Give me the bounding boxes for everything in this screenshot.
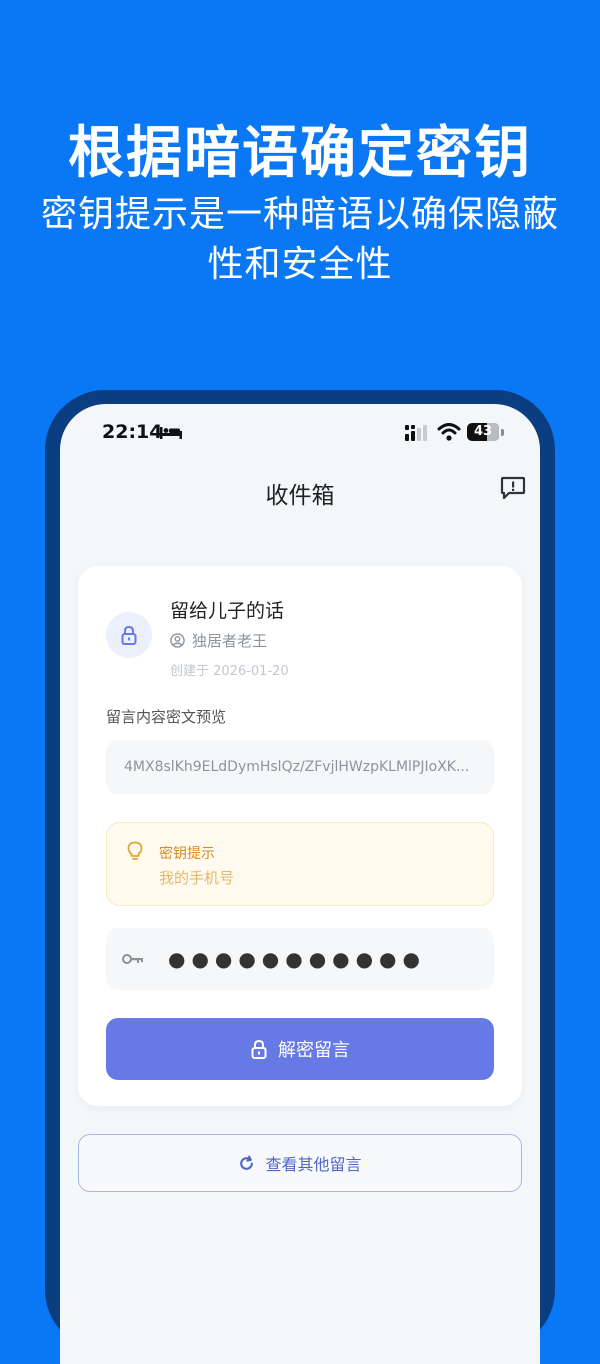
cipher-preview: 4MX8slKh9ELdDymHslQz/ZFvjlHWzpKLMlPJIoXK…	[106, 740, 494, 794]
lock-avatar	[106, 612, 152, 658]
password-input[interactable]	[168, 938, 468, 980]
password-field[interactable]	[106, 928, 494, 990]
phone-screen: 22:14 43 收件箱 留给儿子的话 独居者老王 创建于 2026-01-20…	[60, 404, 540, 1364]
bed-icon	[160, 424, 182, 443]
author-row: 独居者老王	[170, 630, 267, 651]
refresh-icon	[240, 1155, 254, 1170]
key-hint-box: 密钥提示 我的手机号	[106, 822, 494, 906]
view-other-messages-button[interactable]: 查看其他留言	[78, 1134, 522, 1192]
decrypt-button[interactable]: 解密留言	[106, 1018, 494, 1080]
promo-subtitle: 密钥提示是一种暗语以确保隐蔽性和安全性	[40, 194, 559, 285]
cipher-preview-label: 留言内容密文预览	[106, 708, 227, 726]
key-hint-label: 密钥提示	[159, 846, 215, 862]
key-icon	[122, 951, 144, 970]
status-time: 22:14	[102, 421, 163, 443]
lightbulb-icon	[127, 841, 143, 865]
author-name: 独居者老王	[192, 632, 268, 650]
lock-icon	[121, 625, 137, 645]
key-hint-value: 我的手机号	[159, 869, 235, 887]
battery-cap	[501, 429, 504, 436]
message-card: 留给儿子的话 独居者老王 创建于 2026-01-20 留言内容密文预览 4MX…	[78, 566, 522, 1106]
promo-title: 根据暗语确定密钥	[68, 121, 532, 186]
unlock-icon	[251, 1039, 267, 1059]
battery-level: 43	[473, 424, 493, 439]
decrypt-button-label: 解密留言	[278, 1040, 350, 1061]
user-icon	[170, 633, 185, 648]
view-other-messages-label: 查看其他留言	[265, 1155, 362, 1174]
feedback-icon[interactable]	[500, 476, 526, 500]
signal-icon	[405, 425, 431, 445]
battery-indicator: 43	[467, 423, 499, 441]
nav-title: 收件箱	[265, 483, 335, 509]
wifi-icon	[437, 423, 461, 445]
status-bar: 22:14 43	[60, 404, 540, 464]
created-date: 创建于 2026-01-20	[170, 664, 289, 679]
message-title: 留给儿子的话	[170, 600, 285, 622]
